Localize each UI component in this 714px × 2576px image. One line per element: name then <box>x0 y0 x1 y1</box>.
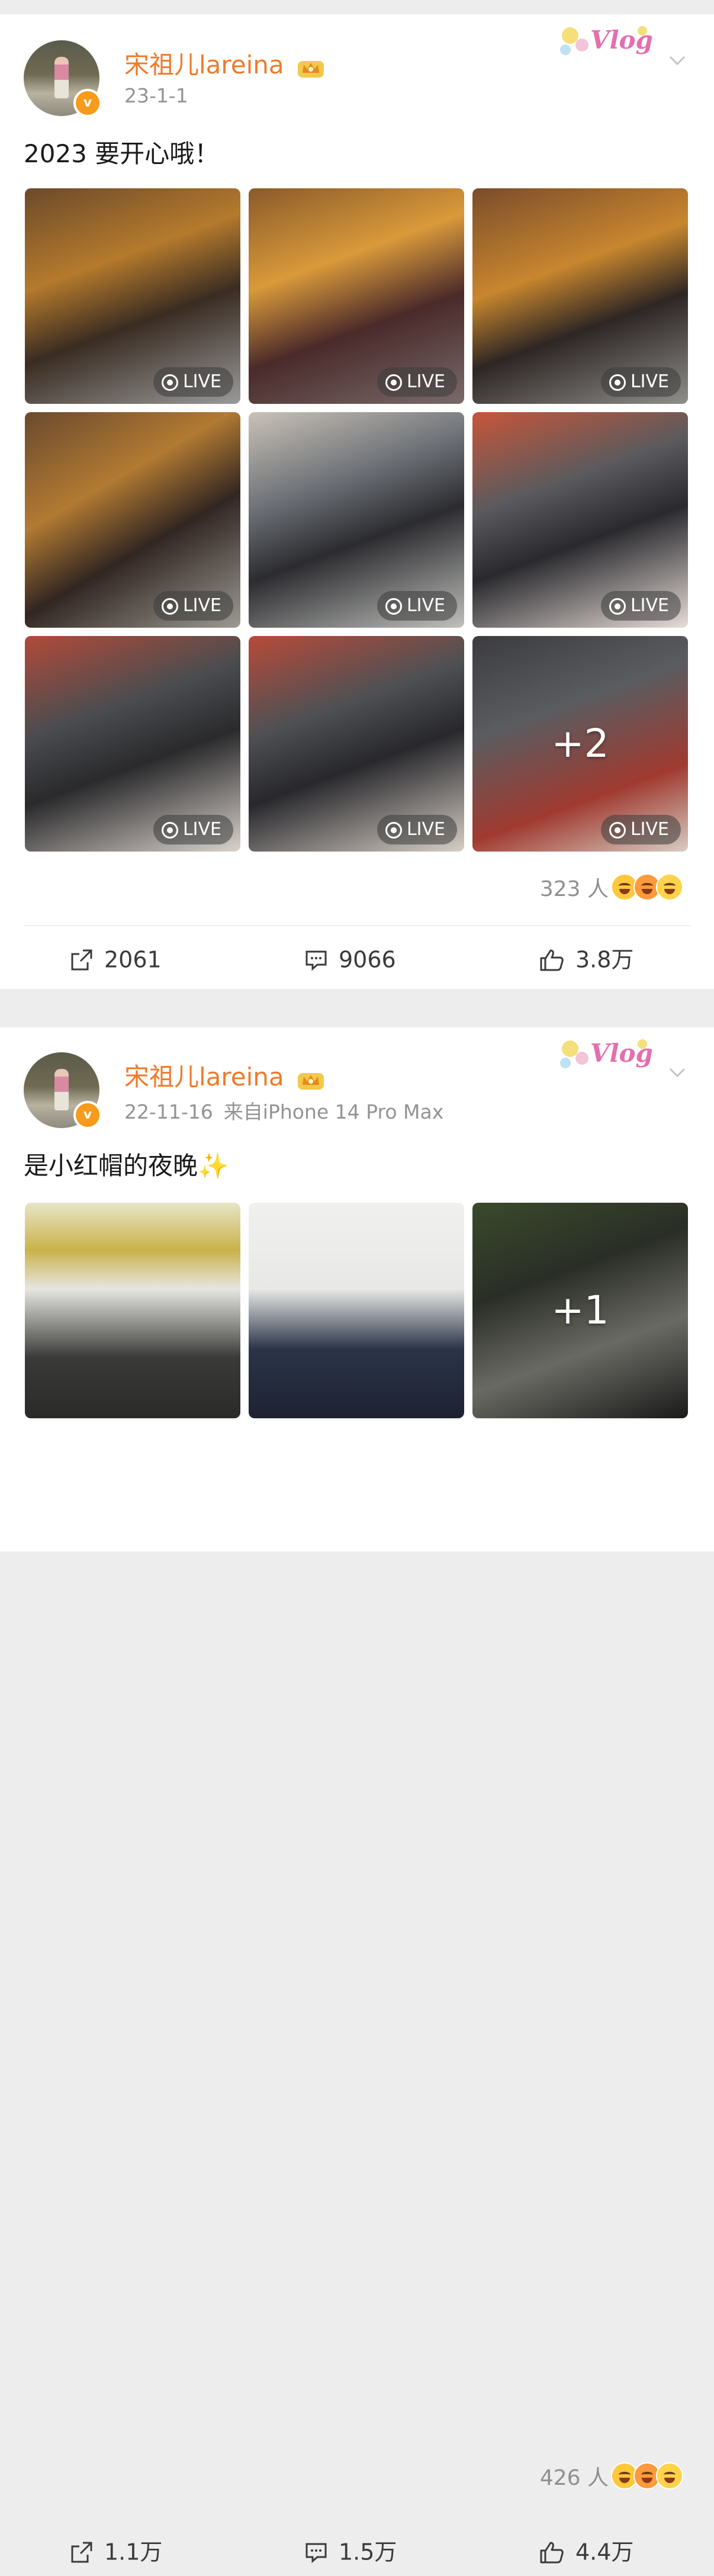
username[interactable]: 宋祖儿lareina <box>124 1062 284 1091</box>
post-card[interactable]: v 宋祖儿lareina 22-11-16 来自iPhone 14 Pro Max… <box>0 1027 714 2565</box>
reaction-count: 323 人 <box>539 877 609 901</box>
more-photos-count: +1 <box>551 1287 609 1333</box>
verified-badge-icon: v <box>73 1101 102 1129</box>
post-date: 23-1-1 <box>124 84 188 107</box>
live-icon <box>161 598 178 615</box>
repost-button[interactable]: 2061 <box>70 934 162 982</box>
live-icon <box>609 822 626 839</box>
chevron-down-icon[interactable] <box>668 51 687 70</box>
username[interactable]: 宋祖儿lareina <box>124 50 284 79</box>
photo-thumbnail[interactable]: LIVE <box>472 188 688 404</box>
live-badge: LIVE <box>600 367 681 397</box>
avatar[interactable]: v <box>24 40 102 117</box>
live-badge: LIVE <box>153 591 233 621</box>
live-badge: LIVE <box>377 367 457 397</box>
post-text: 2023 要开心哦！ <box>24 139 220 168</box>
post-source: 来自iPhone 14 Pro Max <box>223 1100 444 1123</box>
post-meta: 23-1-1 <box>124 84 188 107</box>
action-bar: 1.1万 1.5万 4.4万 <box>0 2527 714 2574</box>
like-button[interactable]: 4.4万 <box>539 2527 633 2574</box>
live-badge: LIVE <box>377 591 457 621</box>
chevron-down-icon[interactable] <box>668 1063 687 1082</box>
verified-badge-icon: v <box>73 89 102 117</box>
crown-badge-icon <box>297 60 324 78</box>
live-icon <box>161 374 178 391</box>
weibo-feed: v 宋祖儿lareina 23-1-1 Vlog 2023 要开心哦！ LIVE… <box>0 0 714 2565</box>
repost-button[interactable]: 1.1万 <box>70 2527 162 2574</box>
live-badge: LIVE <box>600 591 681 621</box>
thumbs-up-icon <box>540 2542 564 2563</box>
reactions-summary[interactable]: 323 人 <box>540 872 683 902</box>
live-icon <box>385 822 402 839</box>
surprise-emoji-icon <box>656 873 683 901</box>
avatar[interactable]: v <box>24 1052 102 1129</box>
photo-thumbnail[interactable]: LIVE <box>249 636 464 852</box>
repost-icon <box>71 949 92 970</box>
vlog-sticker-icon: Vlog <box>560 25 653 55</box>
like-button[interactable]: 3.8万 <box>539 934 633 982</box>
post-date: 22-11-16 <box>124 1100 213 1123</box>
live-icon <box>609 598 626 615</box>
live-badge: LIVE <box>153 815 233 844</box>
live-badge: LIVE <box>377 815 457 844</box>
vlog-sticker-icon: Vlog <box>560 1039 653 1068</box>
live-icon <box>161 822 178 839</box>
comment-icon <box>305 950 327 971</box>
post-text: 是小红帽的夜晚✨ <box>24 1151 229 1180</box>
comment-icon <box>305 2543 327 2563</box>
photo-thumbnail[interactable] <box>249 1203 464 1418</box>
photo-thumbnail[interactable] <box>25 1203 240 1418</box>
crown-badge-icon <box>297 1072 324 1090</box>
live-icon <box>385 374 402 391</box>
photo-thumbnail[interactable]: LIVE <box>25 636 240 852</box>
reactions-summary[interactable]: 426 人 <box>540 2461 683 2491</box>
photo-thumbnail[interactable]: LIVE <box>249 188 464 404</box>
post-card[interactable]: v 宋祖儿lareina 23-1-1 Vlog 2023 要开心哦！ LIVE… <box>0 14 714 989</box>
live-icon <box>385 598 402 615</box>
live-badge: LIVE <box>153 367 233 397</box>
divider <box>24 925 690 926</box>
comment-button[interactable]: 1.5万 <box>304 2527 397 2574</box>
shy-emoji-icon <box>656 2462 683 2490</box>
live-badge: LIVE <box>600 815 681 844</box>
username-link[interactable]: 宋祖儿lareina <box>124 45 326 81</box>
photo-thumbnail[interactable]: LIVE <box>25 412 240 628</box>
photo-thumbnail[interactable]: LIVE <box>472 412 688 628</box>
username-link[interactable]: 宋祖儿lareina <box>124 1057 326 1093</box>
photo-thumbnail-more[interactable]: +2 LIVE <box>472 636 688 852</box>
reaction-count: 426 人 <box>539 2466 609 2490</box>
live-icon <box>609 374 626 391</box>
photo-thumbnail-more[interactable]: +1 <box>472 1203 688 1418</box>
repost-icon <box>71 2542 92 2562</box>
post-meta: 22-11-16 来自iPhone 14 Pro Max <box>124 1096 443 1125</box>
divider <box>24 2511 690 2512</box>
thumbs-up-icon <box>540 949 564 971</box>
photo-thumbnail[interactable]: LIVE <box>25 188 240 404</box>
photo-thumbnail[interactable]: LIVE <box>249 412 464 628</box>
comment-button[interactable]: 9066 <box>304 934 396 982</box>
action-bar: 2061 9066 3.8万 <box>0 934 714 982</box>
